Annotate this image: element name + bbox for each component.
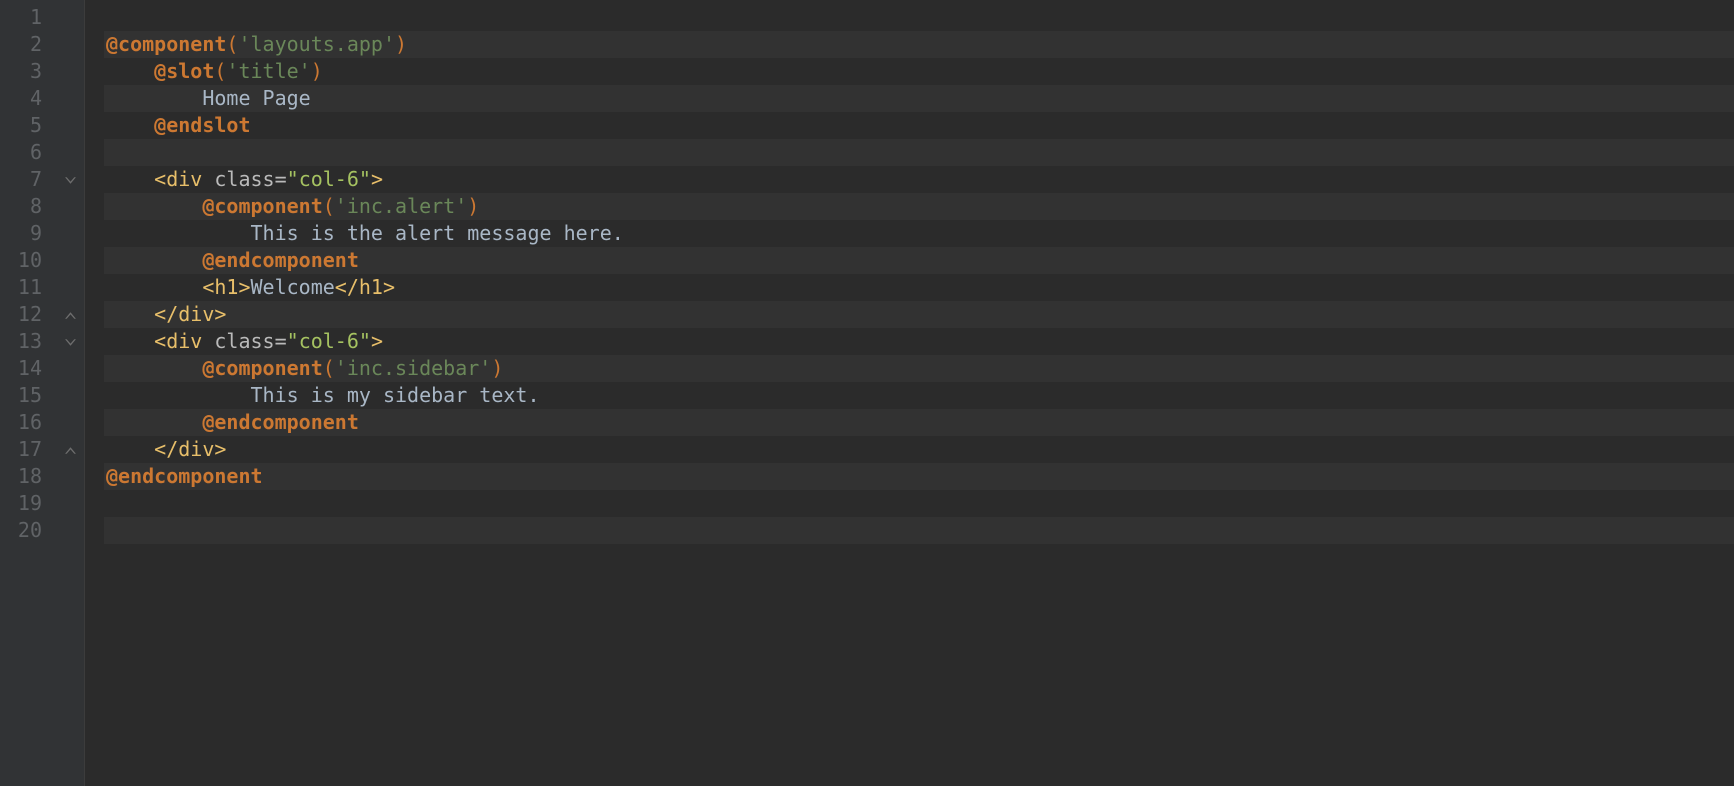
line-number: 12	[0, 301, 56, 328]
blade-directive: @endslot	[154, 113, 250, 137]
fold-expand-icon[interactable]	[64, 168, 77, 192]
text-content: This is the alert message here.	[251, 221, 624, 245]
html-tag: <div	[154, 167, 214, 191]
string-literal: 'inc.sidebar'	[335, 356, 492, 380]
line-number: 20	[0, 517, 56, 544]
code-line[interactable]	[104, 4, 1734, 31]
line-number: 14	[0, 355, 56, 382]
string-literal: 'inc.alert'	[335, 194, 467, 218]
blade-directive: @component	[202, 194, 322, 218]
code-line[interactable]: @endcomponent	[104, 463, 1734, 490]
line-number: 2	[0, 31, 56, 58]
line-number: 15	[0, 382, 56, 409]
text-content: Welcome	[251, 275, 335, 299]
blade-directive: @endcomponent	[202, 410, 359, 434]
fold-collapse-icon[interactable]	[64, 303, 77, 327]
html-tag: >	[371, 167, 383, 191]
code-area[interactable]: @component('layouts.app') @slot('title')…	[104, 0, 1734, 786]
line-number: 7	[0, 166, 56, 193]
blade-directive: @slot	[154, 59, 214, 83]
code-line[interactable]: @endslot	[104, 112, 1734, 139]
fold-expand-icon[interactable]	[64, 330, 77, 354]
string-literal: 'layouts.app'	[238, 32, 395, 56]
line-number: 9	[0, 220, 56, 247]
html-tag: </div>	[154, 302, 226, 326]
code-line[interactable]: This is my sidebar text.	[104, 382, 1734, 409]
html-tag: <h1>	[202, 275, 250, 299]
code-line[interactable]: @slot('title')	[104, 58, 1734, 85]
html-attr-value: col-6	[299, 167, 359, 191]
blade-directive: @component	[106, 32, 226, 56]
text-content: Home Page	[202, 86, 310, 110]
line-number: 3	[0, 58, 56, 85]
code-line[interactable]: <h1>Welcome</h1>	[104, 274, 1734, 301]
line-number: 13	[0, 328, 56, 355]
line-number: 17	[0, 436, 56, 463]
line-number: 10	[0, 247, 56, 274]
blade-directive: @endcomponent	[106, 464, 263, 488]
fold-collapse-icon[interactable]	[64, 438, 77, 462]
code-line[interactable]: Home Page	[104, 85, 1734, 112]
indent-guide	[84, 0, 104, 786]
code-line[interactable]: </div>	[104, 301, 1734, 328]
code-line[interactable]: <div class="col-6">	[104, 166, 1734, 193]
string-literal: 'title'	[226, 59, 310, 83]
code-line[interactable]: @component('layouts.app')	[104, 31, 1734, 58]
line-number: 8	[0, 193, 56, 220]
html-attr: class=	[214, 167, 286, 191]
code-editor[interactable]: 1234567891011121314151617181920 @compone…	[0, 0, 1734, 786]
html-tag: <div	[154, 329, 214, 353]
code-line[interactable]	[104, 517, 1734, 544]
code-line[interactable]: @component('inc.sidebar')	[104, 355, 1734, 382]
code-line[interactable]: <div class="col-6">	[104, 328, 1734, 355]
fold-gutter	[56, 0, 84, 786]
code-line[interactable]	[104, 139, 1734, 166]
line-number: 16	[0, 409, 56, 436]
code-line[interactable]: @component('inc.alert')	[104, 193, 1734, 220]
html-tag: </div>	[154, 437, 226, 461]
line-number: 4	[0, 85, 56, 112]
html-tag: >	[371, 329, 383, 353]
html-attr-value: col-6	[299, 329, 359, 353]
code-line[interactable]	[104, 490, 1734, 517]
line-number-gutter: 1234567891011121314151617181920	[0, 0, 56, 786]
line-number: 5	[0, 112, 56, 139]
blade-directive: @endcomponent	[202, 248, 359, 272]
blade-directive: @component	[202, 356, 322, 380]
line-number: 1	[0, 4, 56, 31]
code-line[interactable]: </div>	[104, 436, 1734, 463]
html-attr: class=	[214, 329, 286, 353]
line-number: 18	[0, 463, 56, 490]
line-number: 11	[0, 274, 56, 301]
line-number: 6	[0, 139, 56, 166]
text-content: This is my sidebar text.	[251, 383, 540, 407]
html-tag: </h1>	[335, 275, 395, 299]
code-line[interactable]: @endcomponent	[104, 409, 1734, 436]
code-line[interactable]: This is the alert message here.	[104, 220, 1734, 247]
line-number: 19	[0, 490, 56, 517]
code-line[interactable]: @endcomponent	[104, 247, 1734, 274]
